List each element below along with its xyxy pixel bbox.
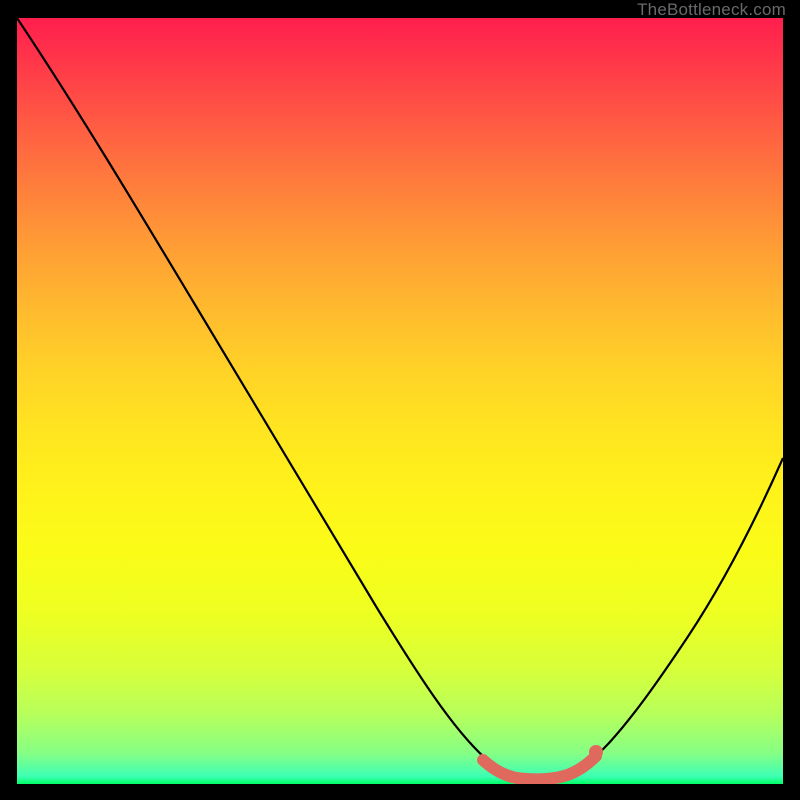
- optimal-segment: [483, 756, 596, 779]
- optimal-endpoint-marker: [589, 745, 603, 759]
- chart-container: TheBottleneck.com: [0, 0, 800, 800]
- plot-area: [17, 18, 783, 784]
- watermark-text: TheBottleneck.com: [637, 0, 786, 20]
- bottleneck-curve: [17, 18, 783, 779]
- curve-layer: [17, 18, 783, 784]
